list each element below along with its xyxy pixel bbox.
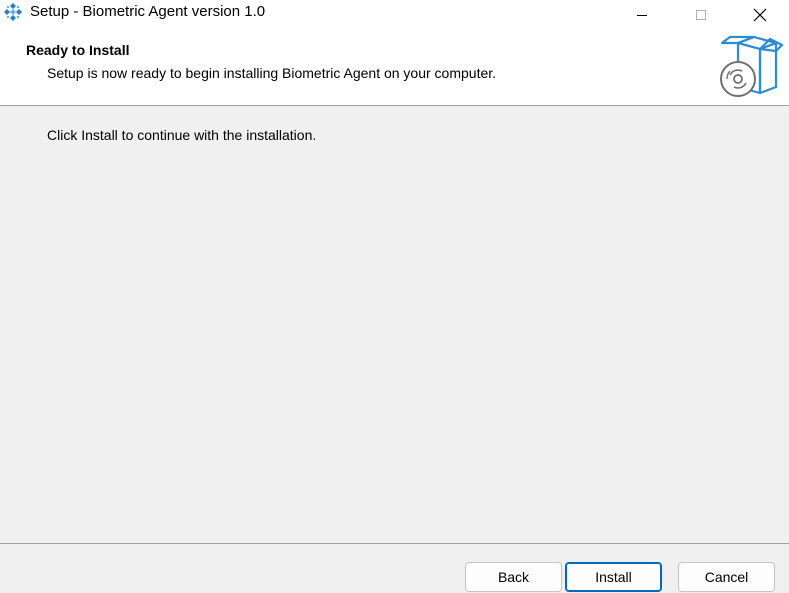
maximize-button[interactable] — [673, 0, 729, 29]
wizard-header: Ready to Install Setup is now ready to b… — [0, 29, 789, 106]
back-button[interactable]: Back — [465, 562, 562, 592]
maximize-icon — [695, 9, 707, 21]
close-button[interactable] — [732, 0, 788, 29]
page-title: Ready to Install — [26, 42, 130, 58]
instruction-text: Click Install to continue with the insta… — [47, 127, 317, 143]
title-bar[interactable]: Setup - Biometric Agent version 1.0 — [0, 0, 789, 29]
app-logo-icon — [3, 2, 23, 22]
window-title: Setup - Biometric Agent version 1.0 — [30, 3, 266, 20]
minimize-button[interactable] — [614, 0, 670, 29]
page-subtitle: Setup is now ready to begin installing B… — [47, 65, 497, 81]
install-package-icon — [716, 35, 784, 101]
minimize-icon — [636, 9, 648, 21]
install-button[interactable]: Install — [565, 562, 662, 592]
close-icon — [753, 8, 767, 22]
cancel-button[interactable]: Cancel — [678, 562, 775, 592]
footer-divider — [0, 543, 789, 544]
